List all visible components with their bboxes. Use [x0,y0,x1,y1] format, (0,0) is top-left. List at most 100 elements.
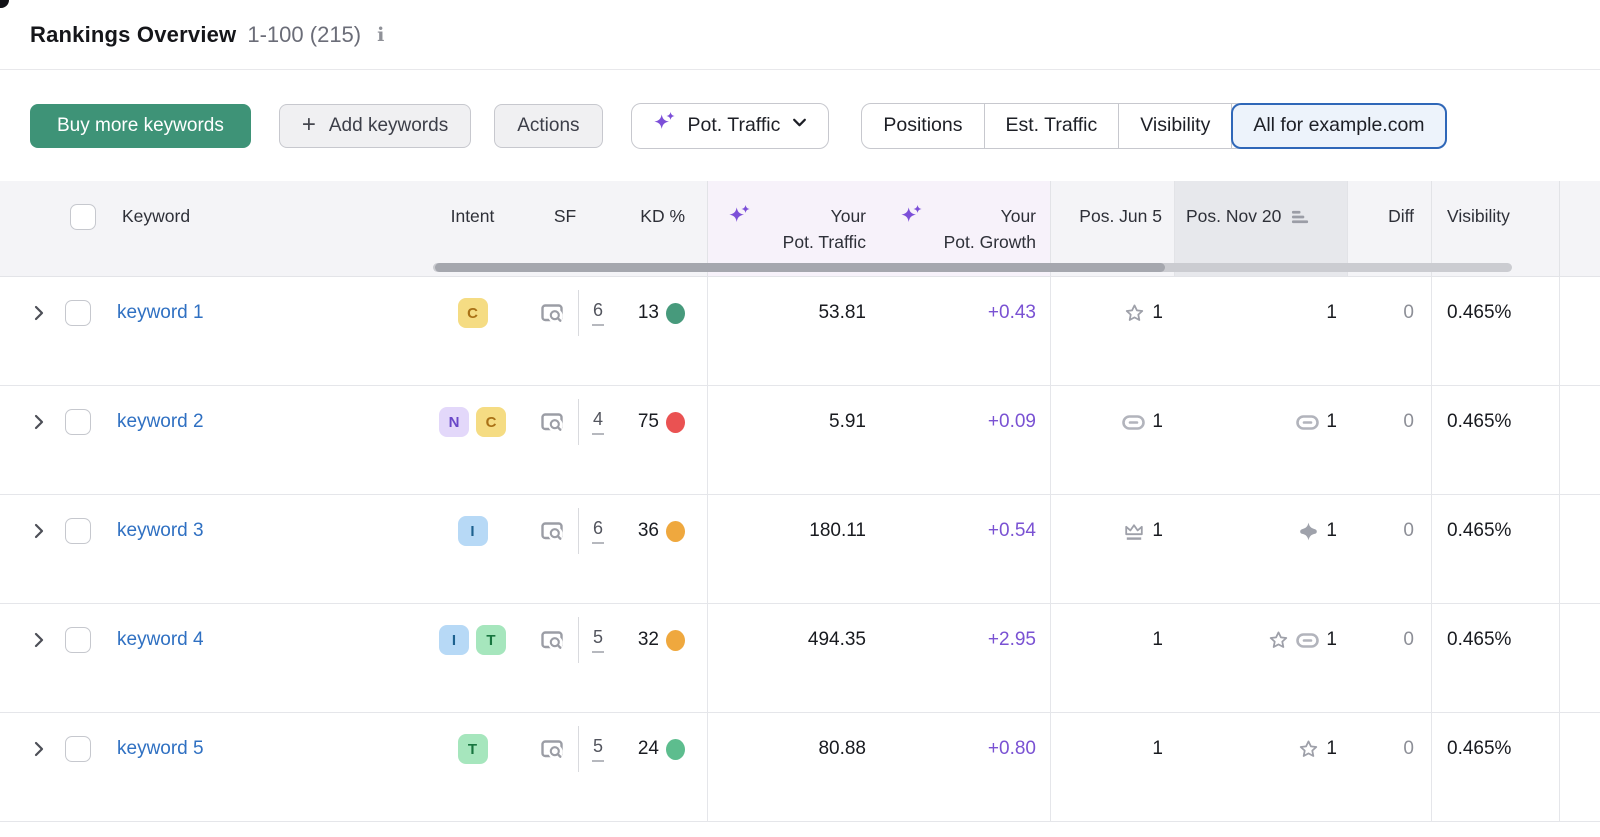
serp-features-icon[interactable] [538,299,566,327]
link-icon [1296,633,1319,648]
expand-chevron-icon[interactable] [30,413,48,431]
crown-icon [1123,521,1145,542]
sf-count[interactable]: 5 [592,736,604,762]
kd-value: 75 [638,411,659,433]
segment-positions[interactable]: Positions [862,104,984,148]
expand-chevron-icon[interactable] [30,304,48,322]
sf-count[interactable]: 5 [592,627,604,653]
metric-dropdown-label: Pot. Traffic [688,114,781,137]
pot-growth-value: +2.95 [988,629,1036,651]
serp-features-icon[interactable] [538,626,566,654]
table-row: keyword 1 C 6 13 53.81 +0.43 1 1 0 0.465… [0,277,1600,386]
row-checkbox[interactable] [65,736,91,762]
row-checkbox[interactable] [65,409,91,435]
column-header-kd[interactable]: KD % [615,181,708,276]
position-value: 1 [1152,738,1163,760]
expand-chevron-icon[interactable] [30,631,48,649]
position-value: 1 [1326,411,1337,433]
divider [578,508,579,554]
column-header-pos-jun5[interactable]: Pos. Jun 5 [1051,181,1175,276]
pot-growth-value: +0.54 [988,520,1036,542]
pot-growth-value: +0.80 [988,738,1036,760]
horizontal-scrollbar-thumb[interactable] [435,263,1165,272]
star-icon [1268,630,1289,651]
info-icon[interactable]: i [377,24,384,46]
star-icon [1298,739,1319,760]
page-title: Rankings Overview [30,22,236,48]
visibility-value: 0.465% [1447,738,1511,760]
kd-value: 24 [638,738,659,760]
divider [578,399,579,445]
segment-est-traffic[interactable]: Est. Traffic [985,104,1120,148]
divider [578,617,579,663]
expand-chevron-icon[interactable] [30,522,48,540]
select-all-checkbox[interactable] [70,204,96,230]
diff-value: 0 [1403,738,1414,760]
column-header-intent[interactable]: Intent [430,181,515,276]
keyword-link[interactable]: keyword 3 [117,520,204,542]
pot-traffic-value: 53.81 [818,302,866,324]
column-header-pos-nov20[interactable]: Pos. Nov 20 [1175,181,1348,276]
row-checkbox[interactable] [65,300,91,326]
visibility-value: 0.465% [1447,629,1511,651]
diff-value: 0 [1403,411,1414,433]
column-header-diff[interactable]: Diff [1348,181,1432,276]
result-range: 1-100 (215) [247,22,361,48]
sf-count[interactable]: 6 [592,518,604,544]
kd-dot [666,412,685,433]
intent-badge-T: T [476,625,506,655]
column-header-visibility[interactable]: Visibility [1432,181,1560,276]
serp-features-icon[interactable] [538,517,566,545]
keyword-link[interactable]: keyword 5 [117,738,204,760]
table-row: keyword 4 IT 5 32 494.35 +2.95 1 1 0 0.4… [0,604,1600,713]
position-value: 1 [1326,738,1337,760]
position-value: 1 [1152,302,1163,324]
metric-dropdown[interactable]: Pot. Traffic [631,103,830,149]
sf-count[interactable]: 6 [592,300,604,326]
row-checkbox[interactable] [65,627,91,653]
intent-badge-T: T [458,734,488,764]
position-value: 1 [1326,629,1337,651]
sf-count[interactable]: 4 [592,409,604,435]
position-value: 1 [1152,629,1163,651]
segment-visibility[interactable]: Visibility [1119,104,1232,148]
actions-button[interactable]: Actions [494,104,602,148]
position-value: 1 [1152,520,1163,542]
pot-traffic-value: 180.11 [809,520,866,542]
column-header-keyword[interactable]: Keyword [0,181,430,276]
pot-growth-value: +0.09 [988,411,1036,433]
buy-more-keywords-button[interactable]: Buy more keywords [30,104,251,148]
visibility-value: 0.465% [1447,520,1511,542]
intent-badge-I: I [458,516,488,546]
divider [578,290,579,336]
title-bar: Rankings Overview 1-100 (215) i [0,0,1600,70]
intent-badge-N: N [439,407,469,437]
position-value: 1 [1326,302,1337,324]
keyword-link[interactable]: keyword 1 [117,302,204,324]
kd-dot [666,521,685,542]
keyword-link[interactable]: keyword 2 [117,411,204,433]
visibility-value: 0.465% [1447,411,1511,433]
rankings-table: Keyword Intent SF KD % YourPot. Traffic … [0,181,1600,822]
view-segmented-control: Positions Est. Traffic Visibility All fo… [861,103,1446,149]
column-header-pot-growth[interactable]: YourPot. Growth [880,181,1051,276]
link-icon [1122,415,1145,430]
divider [578,726,579,772]
pot-traffic-value: 494.35 [808,629,866,651]
expand-chevron-icon[interactable] [30,740,48,758]
star-icon [1124,303,1145,324]
kd-dot [666,303,685,324]
row-checkbox[interactable] [65,518,91,544]
segment-all-for-domain[interactable]: All for example.com [1231,103,1446,149]
keyword-link[interactable]: keyword 4 [117,629,204,651]
column-header-pot-traffic[interactable]: YourPot. Traffic [708,181,880,276]
kd-dot [666,739,685,760]
add-keywords-button[interactable]: + Add keywords [279,104,471,148]
column-header-sf[interactable]: SF [515,181,615,276]
serp-features-icon[interactable] [538,735,566,763]
table-row: keyword 3 I 6 36 180.11 +0.54 1 1 0 0.46… [0,495,1600,604]
pot-traffic-value: 5.91 [829,411,866,433]
serp-features-icon[interactable] [538,408,566,436]
visibility-value: 0.465% [1447,302,1511,324]
pot-growth-value: +0.43 [988,302,1036,324]
